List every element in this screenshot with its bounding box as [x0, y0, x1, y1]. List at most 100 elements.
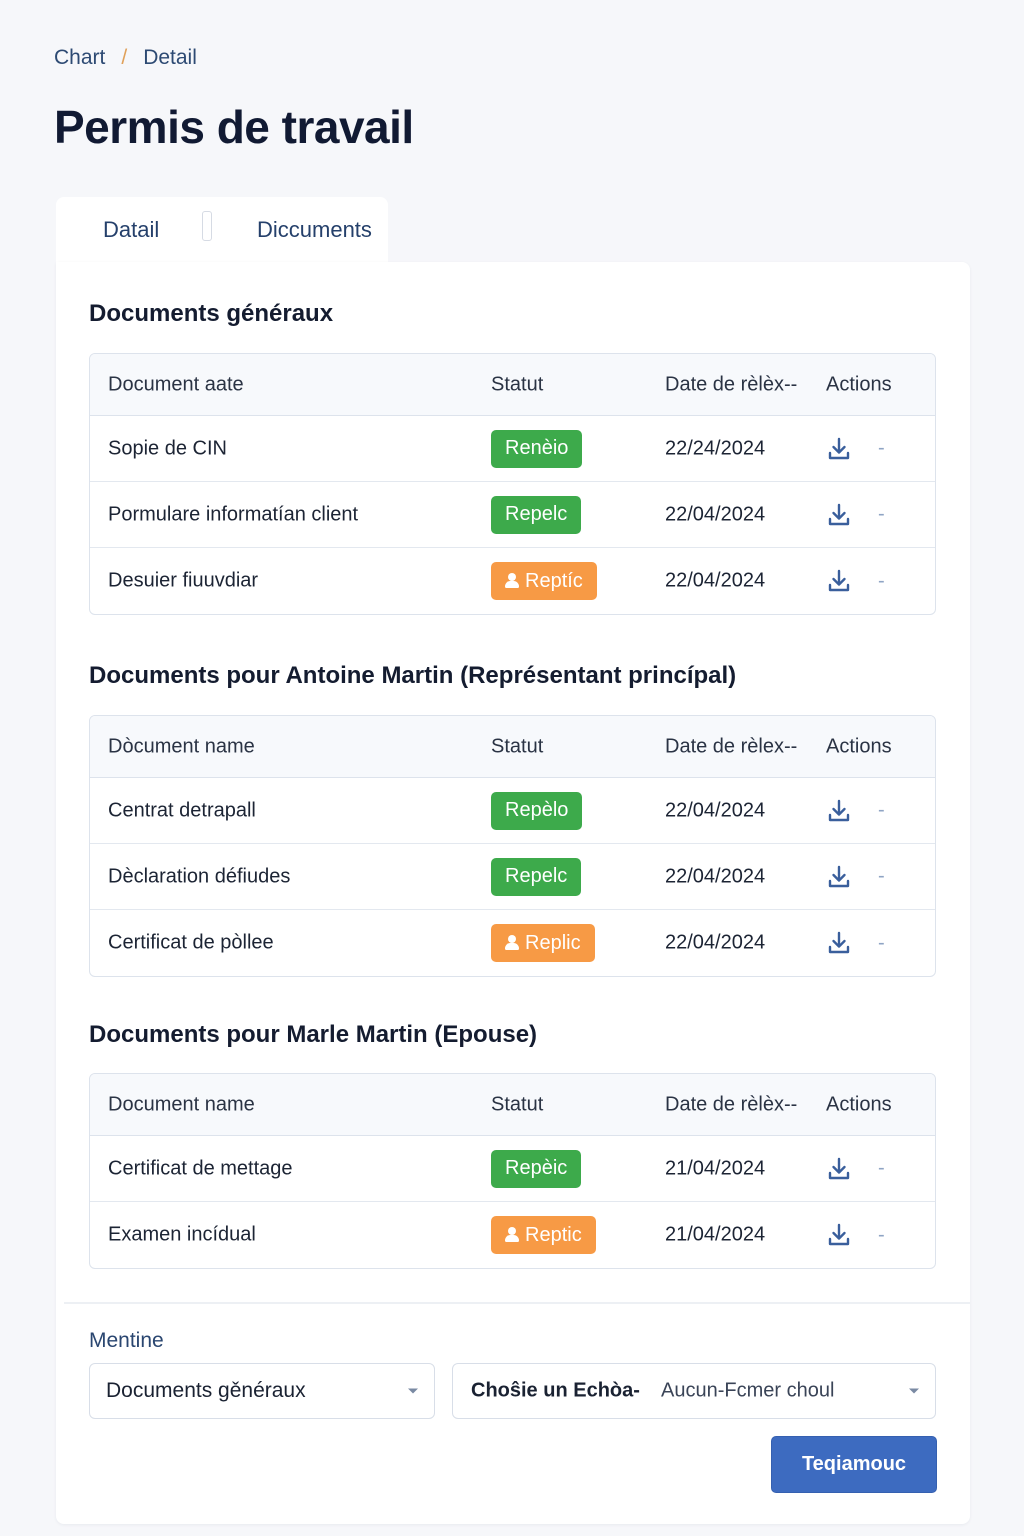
breadcrumb-separator: / — [121, 46, 128, 69]
more-actions-button[interactable]: - — [878, 1157, 885, 1180]
table-row: Desuier fiuuvdiar Reptíc 22/04/2024 - — [90, 548, 935, 614]
status-cell: Repelc — [491, 857, 582, 896]
tab-detail[interactable]: Datail — [103, 217, 159, 243]
person-icon — [505, 1227, 519, 1243]
status-badge: Repelc — [491, 857, 582, 896]
table-header: Dòcument name Statut Date de rèlex-- Action… — [90, 716, 935, 778]
header-document-name: Dòcument name — [108, 735, 255, 757]
status-cell: Renèio — [491, 429, 583, 468]
download-icon[interactable] — [826, 436, 852, 462]
table-row: Certificat de mettage Repèic 21/04/2024 - — [90, 1136, 935, 1202]
divider — [64, 1302, 970, 1304]
section-title: Documents pour Antoine Martin (Représent… — [89, 662, 737, 689]
download-icon[interactable] — [826, 798, 852, 824]
status-label: Repèlo — [505, 799, 569, 821]
documents-table: Document name Statut Date de rèlèx-- Action… — [89, 1073, 936, 1269]
status-badge: Repelc — [491, 495, 582, 534]
download-icon[interactable] — [826, 1222, 852, 1248]
status-cell: Repèlo — [491, 791, 583, 830]
tab-documents[interactable]: Diccuments — [257, 217, 372, 243]
document-name: Desuier fiuuvdiar — [108, 569, 259, 592]
table-row: Sopie de CIN Renèio 22/24/2024 - — [90, 416, 935, 482]
submit-button[interactable]: Teqiamouc — [771, 1436, 937, 1493]
header-actions: Actions — [826, 735, 892, 757]
status-label: Repèic — [505, 1157, 568, 1179]
more-actions-button[interactable]: - — [878, 799, 885, 822]
release-date: 22/24/2024 — [665, 437, 766, 459]
header-status: Statut — [491, 735, 544, 757]
status-badge: Reptíc — [491, 562, 597, 600]
row-actions: - — [826, 502, 885, 528]
status-badge: Repèlo — [491, 791, 583, 830]
release-date: 22/04/2024 — [665, 799, 766, 821]
download-icon[interactable] — [826, 1156, 852, 1182]
download-icon[interactable] — [826, 502, 852, 528]
row-actions: - — [826, 864, 885, 890]
status-label: Reptic — [525, 1223, 582, 1246]
table-row: Pormulare informatían client Repelc 22/04/… — [90, 482, 935, 548]
status-label: Reptíc — [525, 569, 583, 592]
documents-card: Documents générаux Document aate Statut Dat… — [56, 262, 970, 1524]
file-select[interactable]: Choŝie un Echòa- Aucun-Fcmer choul — [452, 1363, 936, 1419]
chevron-down-icon — [408, 1388, 418, 1394]
status-cell: Reptíc — [491, 562, 597, 600]
row-actions: - — [826, 930, 885, 956]
status-cell: Repèic — [491, 1149, 582, 1188]
document-name: Centrat detrapall — [108, 799, 256, 821]
header-document-name: Document aate — [108, 373, 244, 395]
release-date: 22/04/2024 — [665, 865, 766, 887]
more-actions-button[interactable]: - — [878, 932, 885, 955]
chevron-down-icon — [909, 1388, 919, 1394]
document-name: Dèclaration défiudes — [108, 865, 291, 887]
header-status: Statut — [491, 373, 544, 395]
status-cell: Replic — [491, 924, 595, 962]
more-actions-button[interactable]: - — [878, 865, 885, 888]
person-icon — [505, 573, 519, 589]
table-row: Examen incídual Reptic 21/04/2024 - — [90, 1202, 935, 1268]
release-date: 22/04/2024 — [665, 503, 766, 525]
more-actions-button[interactable]: - — [878, 503, 885, 526]
more-actions-button[interactable]: - — [878, 1224, 885, 1247]
row-actions: - — [826, 798, 885, 824]
status-badge: Renèio — [491, 429, 583, 468]
page-title: Permis de travail — [54, 101, 414, 153]
status-cell: Reptic — [491, 1216, 596, 1254]
more-actions-button[interactable]: - — [878, 570, 885, 593]
category-select[interactable]: Documents gěnéraux — [89, 1363, 435, 1419]
status-label: Renèio — [505, 437, 569, 459]
row-actions: - — [826, 1156, 885, 1182]
download-icon[interactable] — [826, 864, 852, 890]
tab-divider — [202, 211, 212, 241]
header-date: Date de rèlex-- — [665, 735, 798, 757]
document-name: Pormulare informatían client — [108, 503, 359, 525]
breadcrumb-root-link[interactable]: Chart — [54, 46, 105, 70]
document-name: Sopie de CIN — [108, 437, 227, 459]
download-icon[interactable] — [826, 930, 852, 956]
upload-label: Mentine — [89, 1329, 164, 1352]
document-name: Certificat de mettage — [108, 1157, 293, 1179]
table-row: Dèclaration défiudes Repelc 22/04/2024 - — [90, 844, 935, 910]
release-date: 21/04/2024 — [665, 1223, 766, 1246]
row-actions: - — [826, 436, 885, 462]
table-row: Certificat de pòllee Replic 22/04/2024 - — [90, 910, 935, 976]
header-actions: Actions — [826, 1093, 892, 1115]
status-badge: Repèic — [491, 1149, 582, 1188]
table-header: Document aate Statut Date de rèlèx-- Action… — [90, 354, 935, 416]
release-date: 22/04/2024 — [665, 931, 766, 954]
status-label: Repelc — [505, 865, 568, 887]
document-name: Certificat de pòllee — [108, 931, 274, 954]
document-name: Examen incídual — [108, 1223, 256, 1246]
breadcrumb-current: Detail — [143, 46, 197, 69]
release-date: 22/04/2024 — [665, 569, 766, 592]
table-header: Document name Statut Date de rèlèx-- Action… — [90, 1074, 935, 1136]
breadcrumb: Chart / Detail — [54, 46, 197, 70]
download-icon[interactable] — [826, 568, 852, 594]
category-select-value: Documents gěnéraux — [106, 1379, 306, 1402]
section-title: Documents générаux — [89, 300, 334, 327]
header-status: Statut — [491, 1093, 544, 1115]
status-badge: Replic — [491, 924, 595, 962]
header-actions: Actions — [826, 373, 892, 395]
header-date: Date de rèlèx-- — [665, 373, 798, 395]
row-actions: - — [826, 568, 885, 594]
more-actions-button[interactable]: - — [878, 437, 885, 460]
